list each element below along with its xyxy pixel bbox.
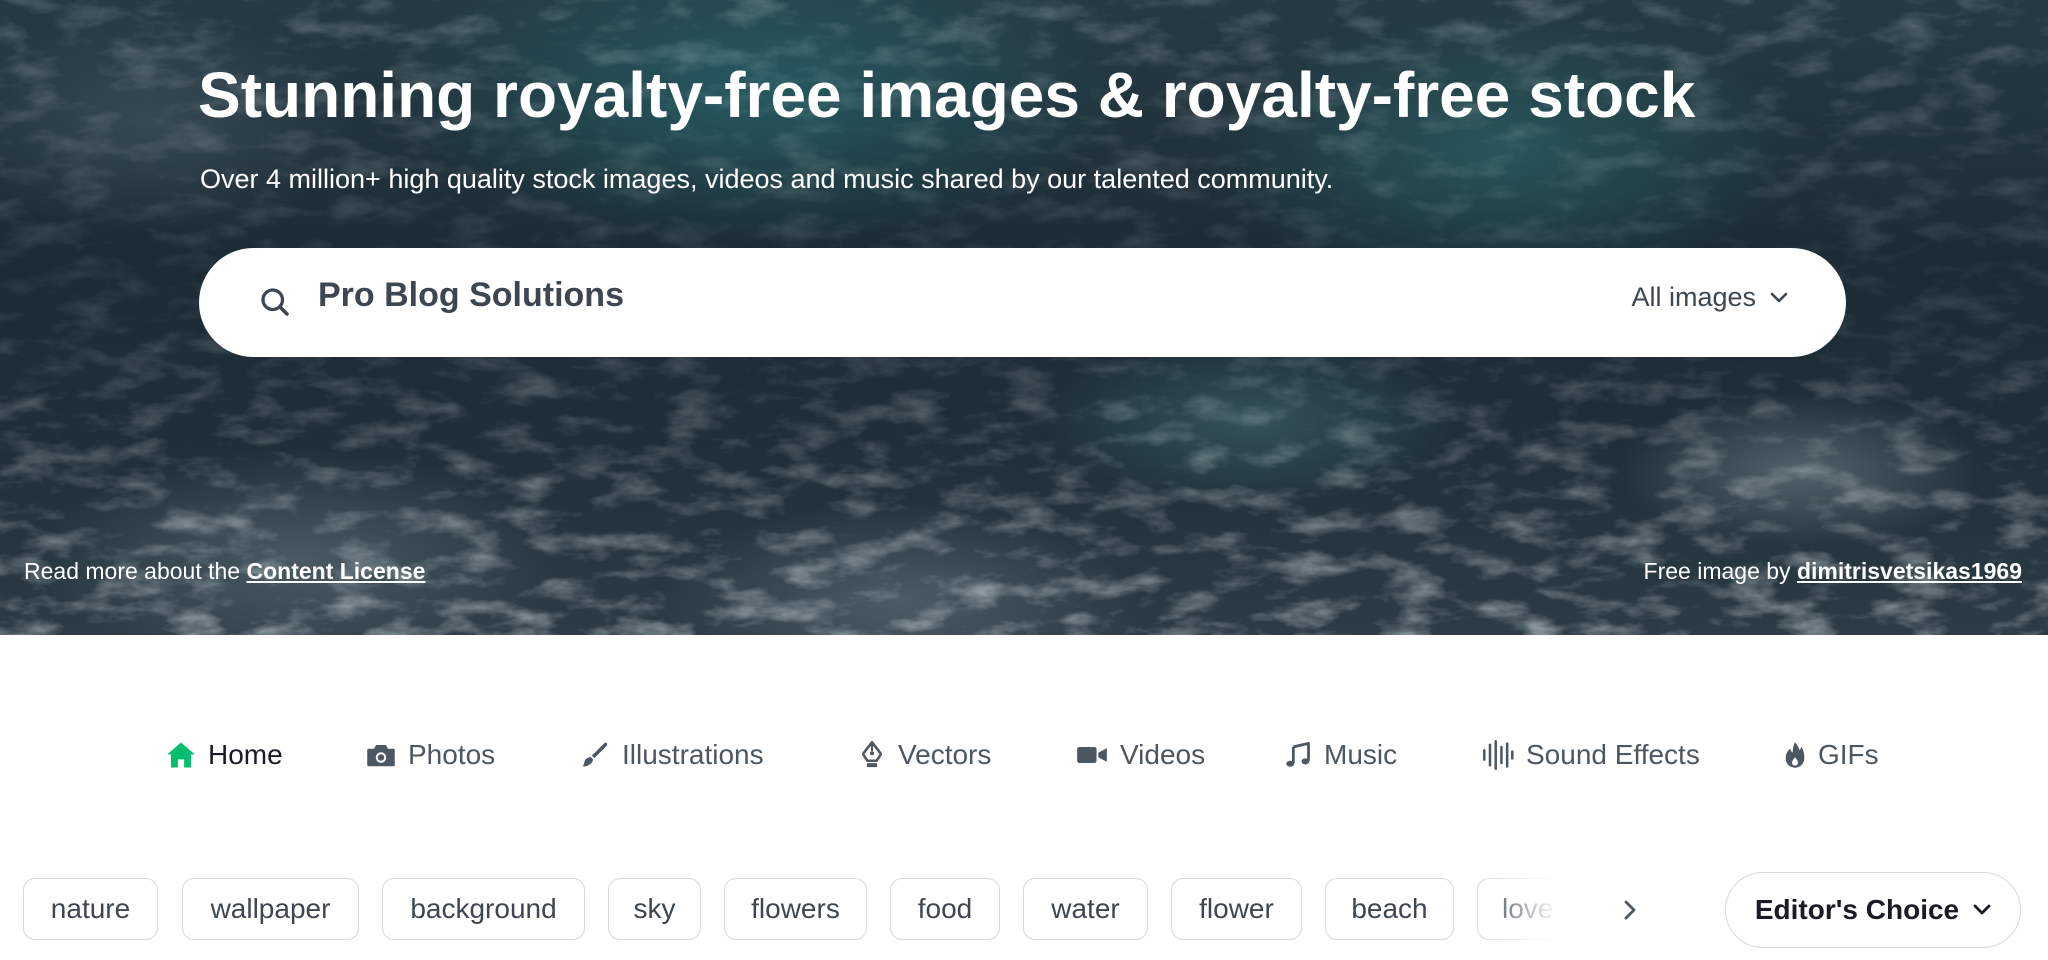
nav-label-music: Music: [1324, 739, 1398, 770]
nav-item-photos[interactable]: Photos: [366, 730, 495, 780]
nav-label-photos: Photos: [408, 739, 496, 770]
license-text: Read more about the: [24, 558, 247, 584]
nav-label-videos: Videos: [1120, 739, 1206, 770]
search-input[interactable]: Pro Blog Solutions: [318, 276, 624, 315]
tag-chip[interactable]: flower: [1171, 878, 1302, 940]
tag-chip[interactable]: wallpaper: [182, 878, 359, 940]
home-icon: [167, 742, 195, 768]
media-type-label: All images: [1631, 282, 1756, 312]
nav-label-illustrations: Illustrations: [622, 739, 764, 770]
tag-chip[interactable]: water: [1023, 878, 1148, 940]
nav-item-videos[interactable]: Videos: [1076, 730, 1205, 780]
search-icon[interactable]: [257, 284, 293, 320]
content-license-link[interactable]: Content License: [246, 558, 425, 584]
credit-text: Free image by: [1643, 558, 1797, 584]
chevron-right-icon: [1624, 900, 1636, 920]
chevron-down-icon: [1770, 292, 1788, 302]
nav-item-vectors[interactable]: Vectors: [858, 730, 991, 780]
tag-chip[interactable]: beach: [1325, 878, 1454, 940]
camera-icon: [367, 745, 395, 767]
nav-item-illustrations[interactable]: Illustrations: [580, 730, 764, 780]
tag-bar: nature wallpaper background sky flowers …: [0, 872, 2048, 948]
tag-chip[interactable]: background: [382, 878, 585, 940]
sort-dropdown[interactable]: Editor's Choice: [1725, 872, 2021, 948]
nav-label-sound-effects: Sound Effects: [1526, 739, 1700, 770]
video-camera-icon: [1077, 747, 1107, 763]
tag-overflow-fade: [1480, 878, 1620, 942]
tag-chip[interactable]: sky: [608, 878, 701, 940]
media-type-dropdown[interactable]: All images: [1631, 282, 1788, 313]
tag-chip[interactable]: nature: [23, 878, 158, 940]
nav-item-sound-effects[interactable]: Sound Effects: [1482, 730, 1700, 780]
tag-chip[interactable]: flowers: [724, 878, 867, 940]
image-credit: Free image by dimitrisvetsikas1969: [1644, 558, 2022, 585]
sort-label: Editor's Choice: [1754, 894, 1960, 925]
tag-chip[interactable]: food: [890, 878, 1000, 940]
nav-label-vectors: Vectors: [898, 739, 992, 770]
nav-item-music[interactable]: Music: [1284, 730, 1397, 780]
photographer-link[interactable]: dimitrisvetsikas1969: [1797, 558, 2022, 584]
waveform-icon: [1483, 740, 1514, 770]
music-note-icon: [1286, 741, 1310, 767]
search-bar[interactable]: Pro Blog Solutions All images: [199, 248, 1846, 357]
hero-subtitle: Over 4 million+ high quality stock image…: [200, 164, 1334, 194]
brush-icon: [582, 742, 608, 767]
nav-label-gifs: GIFs: [1818, 739, 1879, 770]
license-notice: Read more about the Content License: [24, 558, 425, 585]
scroll-tags-right-button[interactable]: [1610, 890, 1650, 930]
pen-nib-icon: [862, 741, 882, 768]
nav-label-home: Home: [208, 739, 283, 770]
hero-banner: Stunning royalty-free images & royalty-f…: [0, 0, 2048, 635]
nav-item-gifs[interactable]: GIFs: [1784, 730, 1879, 780]
flame-icon: [1785, 742, 1805, 768]
media-type-nav: Home Photos Illustrations Vectors Videos: [0, 730, 2048, 780]
hero-title: Stunning royalty-free images & royalty-f…: [198, 59, 1696, 131]
nav-item-home[interactable]: Home: [166, 730, 283, 780]
chevron-down-icon: [1973, 904, 1991, 915]
